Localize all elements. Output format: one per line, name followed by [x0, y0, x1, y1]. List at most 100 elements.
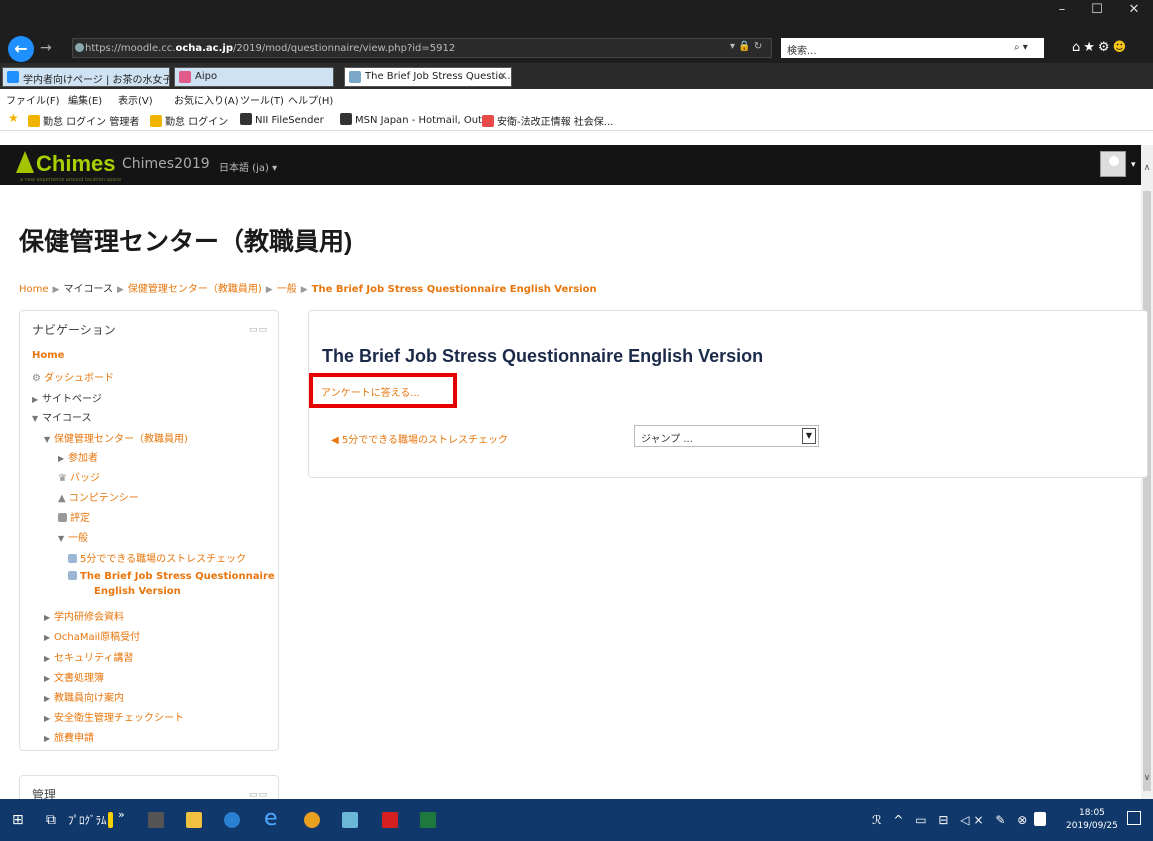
- close-window-button[interactable]: ✕: [1124, 2, 1144, 17]
- nav-item-dashboard[interactable]: ⚙ ダッシュボード: [32, 369, 114, 384]
- app-icon[interactable]: [224, 812, 240, 828]
- expand-icon: ▶: [44, 714, 51, 723]
- jump-to-select[interactable]: ジャンプ ... ▼: [634, 425, 819, 447]
- answer-questionnaire-link[interactable]: アンケートに答える...: [321, 384, 420, 399]
- feedback-icon[interactable]: ☻: [1113, 40, 1130, 55]
- programs-toolbar[interactable]: ﾌﾟﾛｸﾞﾗﾑ: [68, 812, 107, 828]
- nav-item-course[interactable]: ▼ 保健管理センター（教職員用): [44, 430, 188, 445]
- navigation-block-title: ナビゲーション: [32, 323, 116, 337]
- favorite-link[interactable]: MSN Japan - Hotmail, Out...: [340, 113, 492, 126]
- nav-item-current-activity-cont[interactable]: English Version: [94, 586, 181, 597]
- page-icon: [349, 71, 361, 83]
- minimize-button[interactable]: –: [1052, 2, 1072, 17]
- terminal-icon[interactable]: [148, 812, 164, 828]
- toolbar-chevron-icon[interactable]: »: [118, 808, 125, 821]
- paint-icon[interactable]: [342, 812, 358, 828]
- previous-activity-link[interactable]: ◀ 5分でできる職場のストレスチェック: [331, 431, 508, 446]
- favorite-link[interactable]: 勤怠 ログイン 管理者: [28, 113, 139, 128]
- breadcrumb-sep-icon: ▶: [52, 285, 60, 295]
- menu-tools[interactable]: ツール(T): [240, 92, 284, 107]
- favorite-link[interactable]: 安衛-法改正情報 社会保...: [482, 113, 613, 128]
- bookmark-icon: [28, 115, 40, 127]
- nav-item-stresscheck[interactable]: 5分でできる職場のストレスチェック: [68, 550, 246, 565]
- chrome-icon[interactable]: [304, 812, 320, 828]
- ime-icon[interactable]: [1034, 812, 1046, 826]
- nav-item-documents[interactable]: ▶ 文書処理簿: [44, 669, 104, 684]
- nav-item-security[interactable]: ▶ セキュリティ講習: [44, 649, 133, 664]
- logo-tagline: a new experience around location space: [20, 177, 122, 183]
- nav-item-competencies[interactable]: ▲ コンピテンシー: [58, 489, 139, 504]
- dropdown-arrow-icon[interactable]: ▼: [802, 428, 816, 444]
- internet-explorer-icon[interactable]: e: [264, 806, 278, 831]
- bookmark-icon: [482, 115, 494, 127]
- expand-icon: ▶: [44, 734, 51, 743]
- bookmark-icon: [150, 115, 162, 127]
- menu-edit[interactable]: 編集(E): [68, 92, 102, 107]
- block-controls-icon[interactable]: ▭▭: [249, 325, 268, 335]
- nav-item-ochamail[interactable]: ▶ OchaMail原稿受付: [44, 628, 140, 643]
- tab-questionnaire[interactable]: The Brief Job Stress Questio... ✕: [344, 67, 512, 87]
- scroll-up-icon[interactable]: ∧: [1141, 163, 1153, 173]
- breadcrumb-section[interactable]: 一般: [277, 284, 297, 295]
- menu-help[interactable]: ヘルプ(H): [288, 92, 333, 107]
- toolbar-icons[interactable]: ⌂★⚙☻: [1072, 40, 1129, 55]
- nav-item-general[interactable]: ▼ 一般: [58, 529, 88, 544]
- scroll-down-icon[interactable]: ∨: [1141, 773, 1153, 783]
- nav-item-badges[interactable]: ♛ バッジ: [58, 469, 100, 484]
- nav-item-training[interactable]: ▶ 学内研修会資料: [44, 608, 124, 623]
- refresh-icon[interactable]: ▾ 🔒 ↻: [730, 41, 762, 52]
- site-name[interactable]: Chimes2019: [122, 156, 210, 172]
- site-favicon-icon: [75, 43, 84, 52]
- tab-gakunai[interactable]: 学内者向けページ | お茶の水女子...: [2, 67, 170, 87]
- nav-item-current-activity[interactable]: The Brief Job Stress Questionnaire: [68, 571, 275, 582]
- file-explorer-icon[interactable]: [186, 812, 202, 828]
- clock[interactable]: 18:05 2019/09/25: [1066, 807, 1118, 833]
- back-button[interactable]: ←: [8, 36, 34, 62]
- nav-item-travel[interactable]: ▶ 旅費申請: [44, 729, 94, 744]
- logo-icon[interactable]: [16, 151, 34, 173]
- favorites-star-icon[interactable]: ★: [8, 111, 19, 125]
- breadcrumb-course[interactable]: 保健管理センター（教職員用): [128, 284, 262, 295]
- menu-view[interactable]: 表示(V): [118, 92, 153, 107]
- search-icon[interactable]: ⌕ ▾: [1014, 42, 1028, 53]
- favorite-link[interactable]: NII FileSender: [240, 113, 324, 126]
- excel-icon[interactable]: [420, 812, 436, 828]
- nav-item-grades[interactable]: 評定: [58, 509, 90, 524]
- questionnaire-icon: [68, 571, 77, 580]
- acrobat-icon[interactable]: [382, 812, 398, 828]
- notification-icon[interactable]: [1127, 811, 1141, 825]
- system-tray-icons[interactable]: ℛ ^ ▭ ⊟ ◁× ✎ ⊗: [872, 813, 1031, 827]
- title-bar: – ☐ ✕: [0, 0, 1153, 18]
- search-input[interactable]: 検索...: [781, 38, 1044, 58]
- expand-icon: ▶: [44, 674, 51, 683]
- nav-item-staff-guide[interactable]: ▶ 教職員向け案内: [44, 689, 124, 704]
- language-menu[interactable]: 日本語 (ja) ▾: [219, 159, 277, 174]
- expand-icon: ▶: [32, 395, 39, 404]
- taskbar: ⊞ ⧉ ﾌﾟﾛｸﾞﾗﾑ » e ℛ ^ ▭ ⊟ ◁× ✎ ⊗ 18:05 201…: [0, 799, 1153, 841]
- tab-aipo[interactable]: Aipo: [174, 67, 334, 87]
- restore-button[interactable]: ☐: [1087, 2, 1107, 17]
- expand-icon: ▶: [58, 454, 65, 463]
- nav-item-home[interactable]: Home: [32, 350, 64, 361]
- trophy-icon: ♛: [58, 473, 67, 484]
- msn-icon: [340, 113, 352, 125]
- windows-start-icon[interactable]: ⊞: [12, 812, 24, 828]
- tab-close-icon[interactable]: ✕: [499, 71, 507, 82]
- breadcrumb-current[interactable]: The Brief Job Stress Questionnaire Engli…: [312, 284, 597, 295]
- user-menu-caret-icon[interactable]: ▾: [1131, 160, 1136, 170]
- nav-item-sitepages[interactable]: ▶ サイトページ: [32, 390, 102, 405]
- nav-item-safety-sheet[interactable]: ▶ 安全衛生管理チェックシート: [44, 709, 184, 724]
- menu-favorites[interactable]: お気に入り(A): [174, 92, 239, 107]
- site-logo[interactable]: Chimes: [36, 151, 115, 177]
- menu-file[interactable]: ファイル(F): [6, 92, 60, 107]
- nav-item-mycourses[interactable]: ▼ マイコース: [32, 409, 92, 424]
- toolbar-marker-icon: [108, 812, 113, 828]
- nav-item-participants[interactable]: ▶ 参加者: [58, 449, 98, 464]
- address-bar[interactable]: https://moodle.cc.ocha.ac.jp/2019/mod/qu…: [72, 38, 772, 58]
- breadcrumb-home[interactable]: Home: [19, 284, 49, 295]
- task-view-icon[interactable]: ⧉: [46, 812, 56, 828]
- favorite-link[interactable]: 勤怠 ログイン: [150, 113, 228, 128]
- scroll-thumb[interactable]: [1143, 191, 1151, 791]
- user-avatar[interactable]: [1100, 151, 1126, 177]
- forward-button[interactable]: →: [40, 40, 52, 56]
